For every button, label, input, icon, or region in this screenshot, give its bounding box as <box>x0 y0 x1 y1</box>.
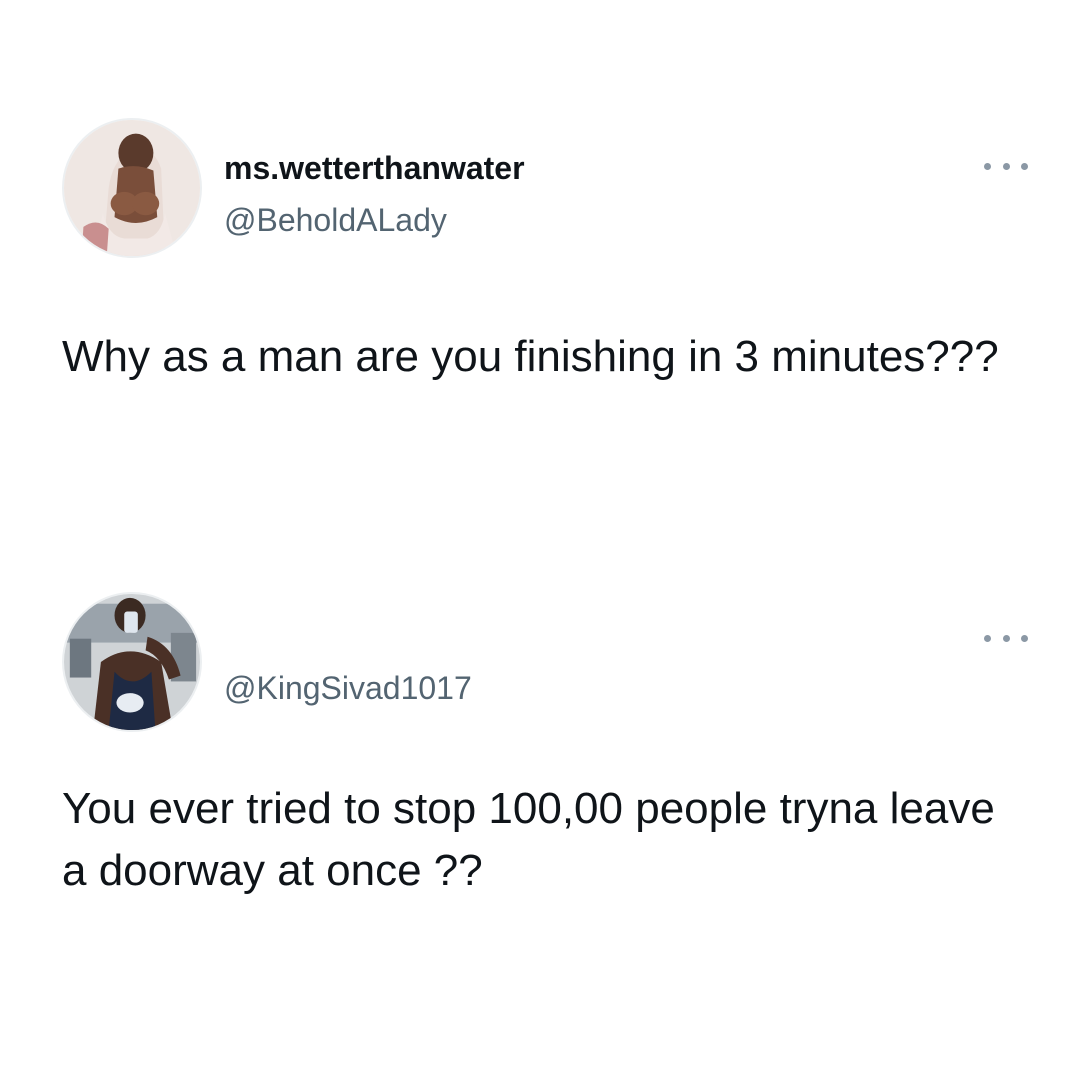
dot <box>1002 634 1010 642</box>
tweet-text: You ever tried to stop 100,00 people try… <box>62 784 995 895</box>
more-horizontal-icon[interactable] <box>984 158 1028 174</box>
display-name[interactable]: ms.wetterthanwater <box>224 150 525 187</box>
avatar-image <box>64 594 200 730</box>
more-horizontal-icon[interactable] <box>984 630 1028 646</box>
dot <box>1021 162 1028 170</box>
user-handle[interactable]: @BeholdALady <box>224 202 447 239</box>
tweet-text: Why as a man are you finishing in 3 minu… <box>62 332 999 381</box>
tweet-card[interactable]: ms.wetterthanwater @BeholdALady Why as a… <box>0 118 1080 478</box>
avatar[interactable] <box>62 118 202 258</box>
avatar-image <box>64 120 200 256</box>
dot <box>984 162 991 170</box>
avatar[interactable] <box>62 592 202 732</box>
dot <box>984 634 991 642</box>
tweet-card[interactable]: @KingSivad1017 You ever tried to stop 10… <box>0 592 1080 922</box>
dot <box>1002 162 1010 170</box>
dot <box>1021 634 1028 642</box>
user-handle[interactable]: @KingSivad1017 <box>224 670 472 707</box>
